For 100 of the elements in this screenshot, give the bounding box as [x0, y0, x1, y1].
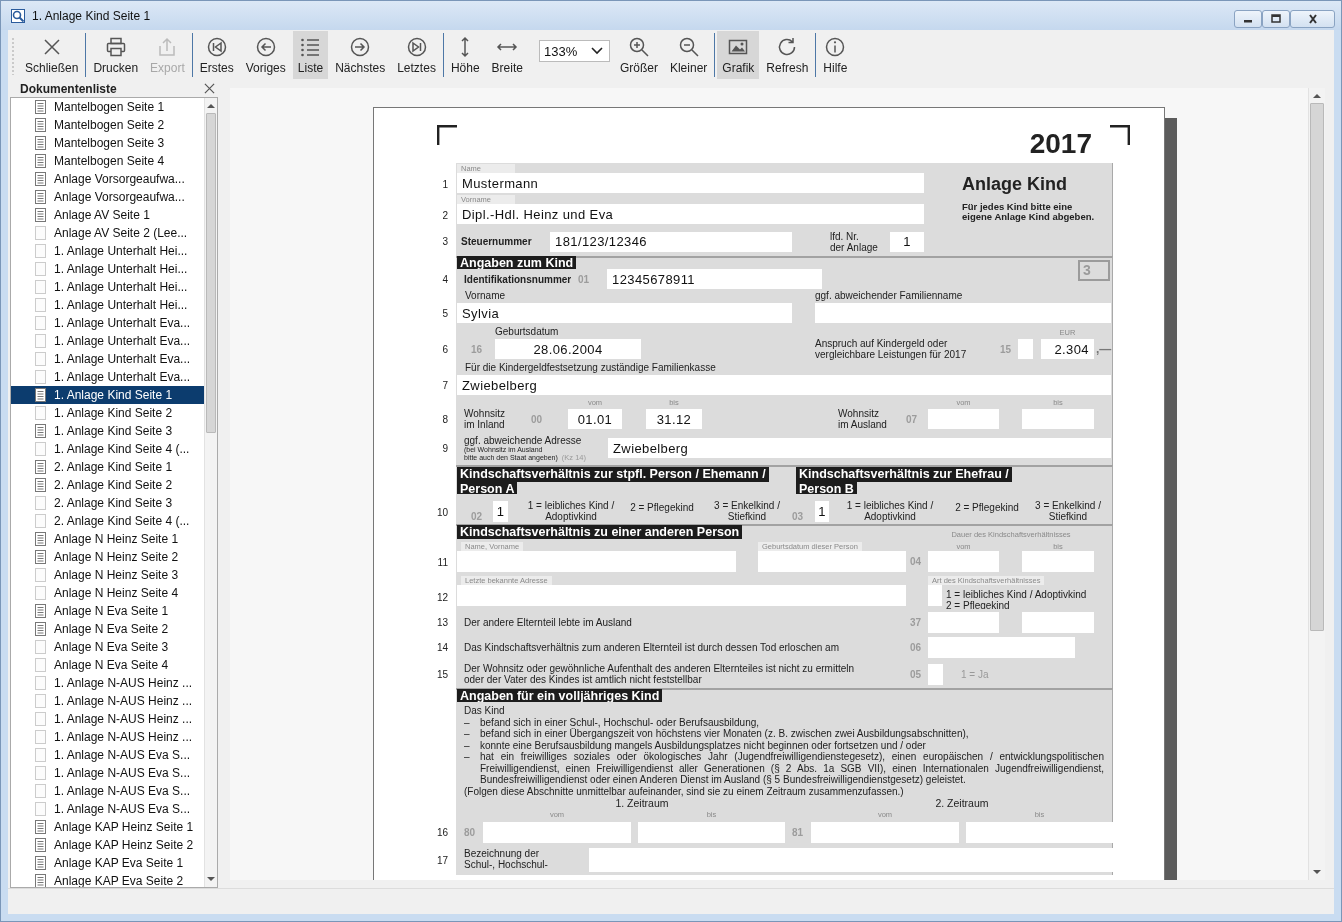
toolbar-button[interactable]: Schließen [20, 31, 84, 79]
document-list-item[interactable]: 1. Anlage Kind Seite 2 [11, 404, 204, 422]
document-list-item[interactable]: 1. Anlage N-AUS Heinz ... [11, 728, 204, 746]
toolbar-grip[interactable] [11, 35, 15, 75]
input-field[interactable] [1018, 339, 1033, 359]
toolbar-button[interactable]: Drucken [88, 31, 144, 79]
document-list-item[interactable]: Mantelbogen Seite 3 [11, 134, 204, 152]
toolbar-button[interactable]: Höhe [445, 31, 485, 79]
input-field[interactable] [457, 551, 736, 572]
document-list-item[interactable]: 1. Anlage N-AUS Heinz ... [11, 710, 204, 728]
close-button[interactable] [1290, 10, 1335, 28]
input-field[interactable]: Zwiebelberg [608, 438, 1111, 458]
input-field[interactable] [589, 848, 1113, 872]
scrollbar[interactable] [204, 98, 217, 887]
input-field[interactable] [966, 821, 1113, 843]
input-field[interactable] [815, 303, 1111, 323]
input-field[interactable] [928, 551, 999, 572]
document-list-item[interactable]: 1. Anlage N-AUS Eva S... [11, 800, 204, 818]
input-field[interactable] [928, 663, 943, 685]
document-list-item[interactable]: 2. Anlage Kind Seite 4 (... [11, 512, 204, 530]
document-list-item[interactable]: Mantelbogen Seite 1 [11, 98, 204, 116]
document-list-item[interactable]: 1. Anlage Unterhalt Eva... [11, 350, 204, 368]
toolbar-button[interactable]: Voriges [240, 31, 291, 79]
document-list-item[interactable]: Mantelbogen Seite 2 [11, 116, 204, 134]
document-list-item[interactable]: 1. Anlage N-AUS Eva S... [11, 746, 204, 764]
scroll-up-icon[interactable] [1313, 93, 1321, 98]
input-field[interactable]: 1 [493, 501, 508, 522]
input-field[interactable] [811, 821, 959, 843]
document-list-item[interactable]: 1. Anlage N-AUS Heinz ... [11, 674, 204, 692]
document-list-item[interactable]: Anlage KAP Heinz Seite 2 [11, 836, 204, 854]
input-field[interactable]: Mustermann [457, 173, 924, 193]
document-list-item[interactable]: Anlage N Eva Seite 1 [11, 602, 204, 620]
document-list-item[interactable]: 1. Anlage Kind Seite 1 [11, 386, 204, 404]
input-field[interactable]: Sylvia [457, 303, 792, 323]
document-list-item[interactable]: Anlage Vorsorgeaufwa... [11, 188, 204, 206]
toolbar-button[interactable]: Grafik [717, 31, 760, 79]
input-field[interactable] [928, 409, 999, 429]
document-list-item[interactable]: 2. Anlage Kind Seite 2 [11, 476, 204, 494]
scroll-down-icon[interactable] [1313, 870, 1321, 875]
input-field[interactable]: 1 [815, 501, 829, 522]
input-field[interactable]: Dipl.-Hdl. Heinz und Eva [457, 204, 924, 224]
toolbar-button[interactable]: Hilfe [818, 31, 853, 79]
document-list-item[interactable]: 1. Anlage Unterhalt Eva... [11, 332, 204, 350]
input-field[interactable] [1022, 409, 1094, 429]
document-list-item[interactable]: Anlage KAP Eva Seite 2 [11, 872, 204, 887]
toolbar-button[interactable]: Refresh [761, 31, 814, 79]
input-field[interactable] [1022, 611, 1094, 633]
document-list-item[interactable]: Anlage N Eva Seite 2 [11, 620, 204, 638]
document-list-item[interactable]: 1. Anlage Unterhalt Hei... [11, 242, 204, 260]
input-field[interactable]: 12345678911 [607, 269, 822, 289]
document-list-item[interactable]: Anlage N Eva Seite 3 [11, 638, 204, 656]
document-list-item[interactable]: Anlage AV Seite 2 (Lee... [11, 224, 204, 242]
panel-close-button[interactable] [202, 81, 216, 96]
input-field[interactable]: 181/123/12346 [550, 231, 792, 252]
toolbar-button[interactable]: Breite [486, 31, 528, 79]
input-field[interactable]: Zwiebelberg [457, 375, 1111, 395]
toolbar-button[interactable]: Erstes [194, 31, 239, 79]
document-list-item[interactable]: 1. Anlage Unterhalt Hei... [11, 260, 204, 278]
document-list-item[interactable]: 1. Anlage N-AUS Eva S... [11, 764, 204, 782]
document-list-item[interactable]: 1. Anlage Unterhalt Eva... [11, 368, 204, 386]
document-list-item[interactable]: 1. Anlage Unterhalt Hei... [11, 278, 204, 296]
input-field[interactable] [758, 551, 906, 572]
minimize-button[interactable] [1234, 10, 1262, 28]
scrollbar-thumb[interactable] [205, 113, 217, 433]
document-list-item[interactable]: Anlage N Heinz Seite 4 [11, 584, 204, 602]
input-field[interactable]: 2.304 [1041, 339, 1094, 359]
document-list-item[interactable]: Anlage N Eva Seite 4 [11, 656, 204, 674]
document-list-item[interactable]: Anlage KAP Eva Seite 1 [11, 854, 204, 872]
document-list-item[interactable]: Anlage AV Seite 1 [11, 206, 204, 224]
document-list-item[interactable]: 1. Anlage N-AUS Heinz ... [11, 692, 204, 710]
zoom-dropdown[interactable]: 133% [538, 40, 610, 62]
scroll-down-icon[interactable] [207, 877, 215, 882]
toolbar-button[interactable]: Letztes [392, 31, 441, 79]
input-field[interactable]: 28.06.2004 [495, 339, 641, 359]
document-list-item[interactable]: 1. Anlage N-AUS Eva S... [11, 782, 204, 800]
document-list-item[interactable]: Anlage KAP Heinz Seite 1 [11, 818, 204, 836]
input-field[interactable] [457, 585, 906, 606]
input-field[interactable] [1022, 551, 1094, 572]
input-field[interactable] [638, 821, 785, 843]
toolbar-button[interactable]: Größer [614, 31, 663, 79]
toolbar-button[interactable]: Liste [292, 31, 329, 79]
document-list-item[interactable]: 2. Anlage Kind Seite 1 [11, 458, 204, 476]
document-list-item[interactable]: 1. Anlage Kind Seite 3 [11, 422, 204, 440]
document-list-item[interactable]: Mantelbogen Seite 4 [11, 152, 204, 170]
document-list-item[interactable]: 2. Anlage Kind Seite 3 [11, 494, 204, 512]
scroll-up-icon[interactable] [207, 103, 215, 108]
scrollbar-thumb[interactable] [1310, 103, 1324, 631]
input-field[interactable] [928, 637, 1075, 658]
document-list-item[interactable]: 1. Anlage Unterhalt Hei... [11, 296, 204, 314]
input-field[interactable] [928, 611, 999, 633]
input-field[interactable] [483, 821, 631, 843]
document-list-item[interactable]: 1. Anlage Kind Seite 4 (... [11, 440, 204, 458]
maximize-button[interactable] [1262, 10, 1290, 28]
input-field[interactable] [928, 585, 942, 606]
document-list-item[interactable]: Anlage N Heinz Seite 2 [11, 548, 204, 566]
input-field[interactable]: 1 [890, 231, 924, 252]
document-list-item[interactable]: 1. Anlage Unterhalt Eva... [11, 314, 204, 332]
toolbar-button[interactable]: Kleiner [664, 31, 713, 79]
document-list-item[interactable]: Anlage N Heinz Seite 3 [11, 566, 204, 584]
input-field[interactable]: 31.12 [646, 409, 702, 429]
